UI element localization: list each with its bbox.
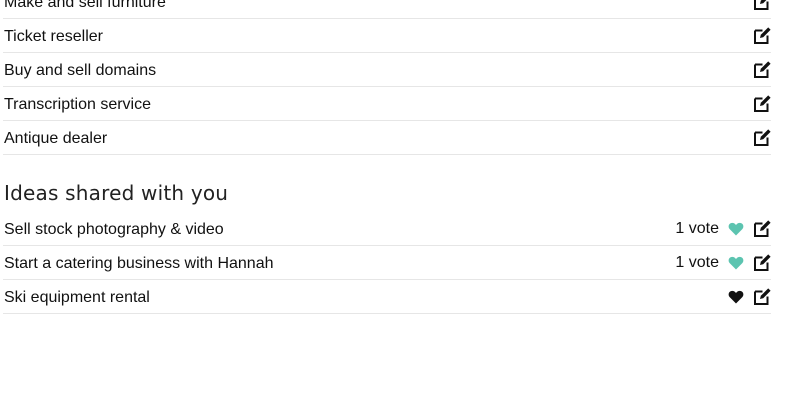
shared-ideas-list: Sell stock photography & video 1 vote St…: [3, 212, 771, 314]
idea-title[interactable]: Ski equipment rental: [4, 289, 150, 307]
list-item[interactable]: Antique dealer: [3, 121, 771, 155]
heart-icon[interactable]: [728, 221, 744, 237]
list-item[interactable]: Transcription service: [3, 87, 771, 121]
shared-ideas-heading: Ideas shared with you: [4, 181, 229, 205]
row-actions: 1 vote: [675, 253, 771, 273]
list-item[interactable]: Buy and sell domains: [3, 53, 771, 87]
idea-title[interactable]: Transcription service: [4, 96, 151, 114]
edit-icon[interactable]: [753, 95, 771, 113]
edit-icon[interactable]: [753, 0, 771, 11]
heart-icon[interactable]: [728, 289, 744, 305]
ideas-page: Make and sell furniture Ticket reseller …: [0, 0, 800, 420]
idea-title[interactable]: Buy and sell domains: [4, 62, 156, 80]
row-actions: [753, 60, 771, 80]
list-item[interactable]: Ticket reseller: [3, 19, 771, 53]
list-item[interactable]: Sell stock photography & video 1 vote: [3, 212, 771, 246]
vote-count: 1 vote: [675, 220, 719, 237]
edit-icon[interactable]: [753, 61, 771, 79]
row-actions: [753, 26, 771, 46]
heart-shape: [728, 290, 744, 304]
row-actions: 1 vote: [675, 219, 771, 239]
idea-title[interactable]: Antique dealer: [4, 130, 107, 148]
heart-shape: [728, 256, 744, 270]
heart-icon[interactable]: [728, 255, 744, 271]
edit-icon[interactable]: [753, 254, 771, 272]
idea-title[interactable]: Ticket reseller: [4, 28, 103, 46]
edit-icon[interactable]: [753, 129, 771, 147]
row-actions: [753, 94, 771, 114]
row-actions: [753, 128, 771, 148]
idea-title[interactable]: Sell stock photography & video: [4, 221, 224, 239]
edit-icon[interactable]: [753, 220, 771, 238]
heart-shape: [728, 222, 744, 236]
row-actions: [753, 0, 771, 12]
my-ideas-list: Make and sell furniture Ticket reseller …: [3, 0, 771, 155]
list-item[interactable]: Ski equipment rental: [3, 280, 771, 314]
list-item[interactable]: Start a catering business with Hannah 1 …: [3, 246, 771, 280]
row-actions: [728, 287, 771, 307]
vote-count: 1 vote: [675, 254, 719, 271]
edit-icon[interactable]: [753, 288, 771, 306]
idea-title[interactable]: Make and sell furniture: [4, 0, 166, 12]
idea-title[interactable]: Start a catering business with Hannah: [4, 255, 273, 273]
list-item[interactable]: Make and sell furniture: [3, 0, 771, 19]
edit-icon[interactable]: [753, 27, 771, 45]
